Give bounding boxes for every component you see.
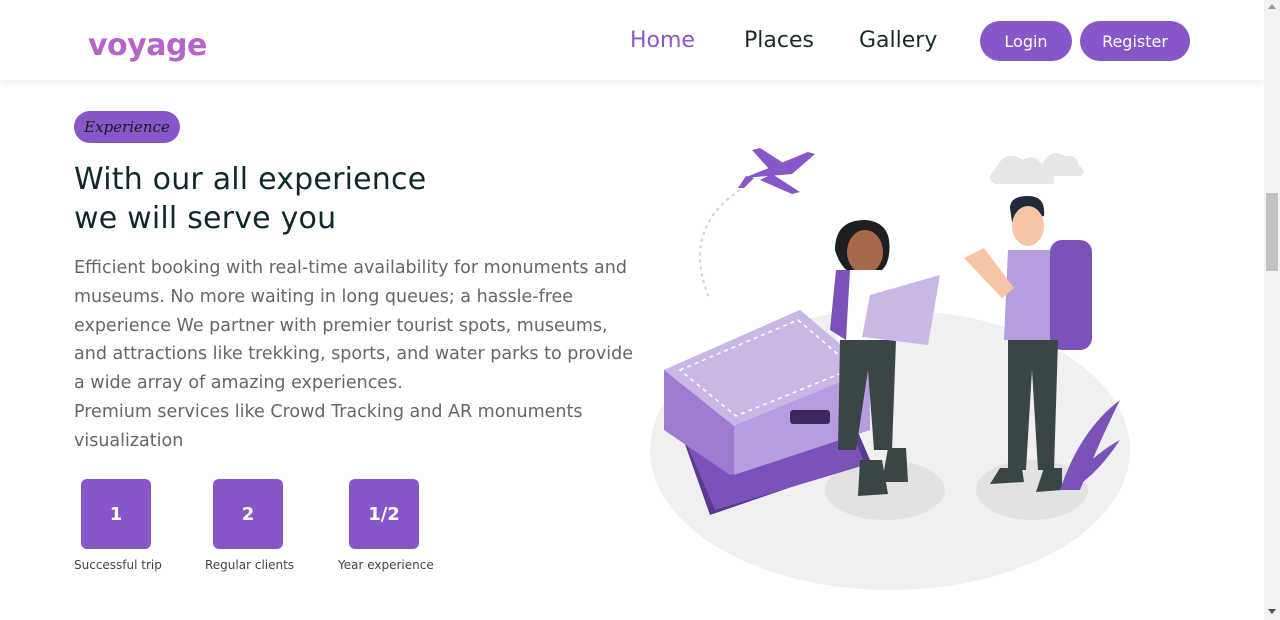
- scroll-up-arrow-icon[interactable]: [1268, 4, 1276, 9]
- stat-label: Regular clients: [205, 558, 295, 572]
- page-scrollbar[interactable]: [1264, 0, 1280, 620]
- scroll-down-arrow-icon[interactable]: [1268, 609, 1276, 614]
- experience-badge: Experience: [74, 111, 180, 143]
- stat-year-experience: 1/2 Year experience: [338, 479, 434, 572]
- nav-gallery[interactable]: Gallery: [859, 28, 937, 53]
- description-paragraph-1: Efficient booking with real-time availab…: [74, 258, 633, 394]
- hero-headline: With our all experience we will serve yo…: [74, 160, 426, 238]
- register-button[interactable]: Register: [1080, 21, 1190, 61]
- description-paragraph-2: Premium services like Crowd Tracking and…: [74, 401, 583, 451]
- airplane-icon: [738, 148, 815, 194]
- login-button[interactable]: Login: [980, 21, 1072, 61]
- nav-home[interactable]: Home: [630, 28, 695, 53]
- stat-label: Year experience: [338, 558, 434, 572]
- nav-places[interactable]: Places: [744, 28, 814, 53]
- headline-line-1: With our all experience: [74, 162, 427, 197]
- stat-value: 1: [81, 479, 151, 549]
- hero-description: Efficient booking with real-time availab…: [74, 254, 634, 456]
- headline-line-2: we will serve you: [74, 201, 337, 236]
- stat-label: Successful trip: [74, 558, 162, 572]
- scroll-thumb[interactable]: [1266, 193, 1278, 271]
- logo[interactable]: voyage: [88, 28, 207, 63]
- stat-value: 2: [213, 479, 283, 549]
- top-navbar: voyage Home Places Gallery Login Registe…: [0, 0, 1264, 80]
- stat-successful-trip: 1 Successful trip: [74, 479, 162, 572]
- cloud-icon: [990, 152, 1084, 184]
- travel-illustration: [650, 148, 1130, 590]
- stat-regular-clients: 2 Regular clients: [205, 479, 295, 572]
- stat-value: 1/2: [349, 479, 419, 549]
